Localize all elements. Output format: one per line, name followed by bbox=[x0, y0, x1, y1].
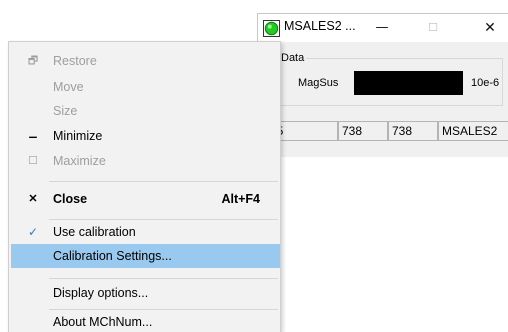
data-group-label: Data bbox=[279, 52, 307, 64]
menu-item-size[interactable]: Size bbox=[11, 99, 280, 123]
close-button[interactable]: ✕ bbox=[473, 14, 507, 42]
menu-item-label: Use calibration bbox=[53, 225, 136, 239]
menu-item-maximize[interactable]: ☐ Maximize bbox=[11, 149, 280, 173]
menu-item-restore[interactable]: 🗗 Restore bbox=[11, 49, 280, 73]
menu-separator bbox=[49, 278, 278, 279]
menu-item-about[interactable]: About MChNum... bbox=[11, 310, 280, 332]
magsus-value-display bbox=[354, 71, 463, 95]
system-menu: 🗗 Restore Move Size ‒ Minimize ☐ Maximiz… bbox=[8, 41, 281, 332]
menu-item-label: Restore bbox=[53, 54, 97, 68]
menu-item-label: Move bbox=[53, 80, 84, 94]
close-icon: ✕ bbox=[28, 193, 38, 205]
menu-item-move[interactable]: Move bbox=[11, 75, 280, 99]
window-title: MSALES2 ... bbox=[284, 19, 356, 33]
menu-separator bbox=[49, 181, 278, 182]
maximize-button[interactable]: ☐ bbox=[416, 14, 450, 42]
menu-item-label: About MChNum... bbox=[53, 315, 153, 329]
status-cell: 738 bbox=[338, 121, 388, 141]
menu-item-label: Calibration Settings... bbox=[53, 249, 172, 263]
minimize-icon: ‒ bbox=[29, 128, 37, 144]
menu-item-label: Maximize bbox=[53, 154, 106, 168]
menu-item-label: Close bbox=[53, 192, 88, 206]
magsus-label: MagSus bbox=[298, 77, 339, 89]
unit-label: 10e-6 bbox=[471, 77, 500, 89]
maximize-icon: ☐ bbox=[28, 155, 38, 167]
status-cell: MSALES2 bbox=[438, 121, 508, 141]
app-window: MSALES2 ... — ☐ ✕ Data MagSus 10e-6 75 7… bbox=[257, 13, 508, 157]
status-indicator-icon bbox=[263, 20, 280, 37]
menu-item-display-options[interactable]: Display options... bbox=[11, 281, 280, 305]
status-cell: 738 bbox=[388, 121, 438, 141]
menu-item-shortcut: Alt+F4 bbox=[221, 192, 260, 206]
menu-item-use-calibration[interactable]: ✓ Use calibration bbox=[11, 220, 280, 244]
restore-icon: 🗗 bbox=[27, 55, 39, 67]
menu-item-minimize[interactable]: ‒ Minimize bbox=[11, 124, 280, 148]
menu-item-label: Display options... bbox=[53, 286, 149, 300]
menu-item-label: Size bbox=[53, 104, 78, 118]
menu-item-calibration-settings[interactable]: Calibration Settings... bbox=[11, 244, 280, 268]
menu-item-label: Minimize bbox=[53, 129, 103, 143]
check-icon: ✓ bbox=[27, 225, 39, 239]
title-bar[interactable]: MSALES2 ... — ☐ ✕ bbox=[258, 14, 508, 42]
minimize-button[interactable]: — bbox=[365, 14, 399, 42]
menu-item-close[interactable]: ✕ Close Alt+F4 bbox=[11, 187, 280, 211]
